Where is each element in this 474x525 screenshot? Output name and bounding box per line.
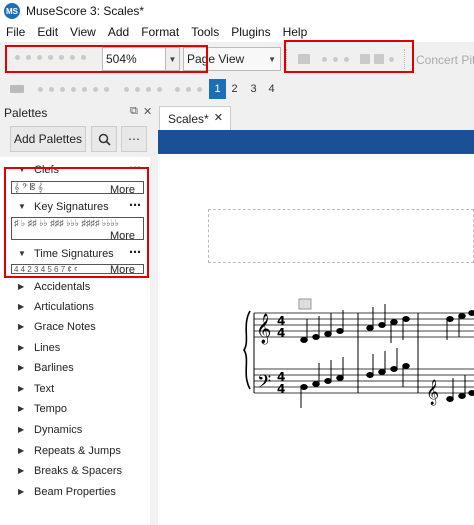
chevron-down-icon: ▼ (268, 55, 276, 64)
palette-lines[interactable]: ▶ Lines (0, 339, 150, 359)
menu-plugins[interactable]: Plugins (231, 25, 270, 39)
tie-icon[interactable] (175, 86, 180, 92)
palette-options-button[interactable]: ⋯ (121, 126, 147, 152)
menu-view[interactable]: View (70, 25, 96, 39)
palette-articulations[interactable]: ▶ Articulations (0, 298, 150, 318)
menu-format[interactable]: Format (141, 25, 179, 39)
chevron-right-icon: ▶ (18, 363, 25, 372)
float-panel-icon[interactable]: ⧉ (130, 105, 138, 118)
duration-icon[interactable] (93, 86, 98, 92)
menu-tools[interactable]: Tools (191, 25, 219, 39)
duration-icon[interactable] (49, 86, 54, 92)
chevron-right-icon: ▶ (18, 282, 25, 291)
search-icon (98, 133, 111, 146)
concert-pitch-button[interactable]: Concert Pitch (416, 53, 474, 67)
voice-4-button[interactable]: 4 (263, 79, 280, 99)
chevron-right-icon: ▶ (18, 384, 25, 393)
tab-scales[interactable]: Scales* ✕ (159, 106, 231, 130)
highlight-box-playback-toolbar (284, 40, 414, 73)
palette-scrollbar[interactable] (150, 157, 157, 525)
note-input-toolbar: 1 2 3 4 (0, 76, 474, 102)
chevron-right-icon: ▶ (18, 302, 25, 311)
score-header-band (158, 130, 474, 154)
palette-name: Grace Notes (34, 321, 96, 333)
menu-edit[interactable]: Edit (37, 25, 58, 39)
natural-icon[interactable] (157, 86, 162, 92)
menu-add[interactable]: Add (108, 25, 129, 39)
chevron-right-icon: ▶ (18, 487, 25, 496)
palette-text[interactable]: ▶ Text (0, 380, 150, 400)
menu-bar: File Edit View Add Format Tools Plugins … (0, 22, 474, 42)
rest-icon[interactable] (124, 86, 129, 92)
palette-search-button[interactable] (91, 126, 117, 152)
selection-marker (298, 298, 312, 310)
chevron-right-icon: ▶ (18, 343, 25, 352)
flat-icon[interactable] (146, 86, 151, 92)
title-frame[interactable] (208, 209, 474, 263)
palette-accidentals[interactable]: ▶ Accidentals (0, 278, 150, 298)
palette-repeats-jumps[interactable]: ▶ Repeats & Jumps (0, 442, 150, 462)
flip-icon[interactable] (197, 86, 202, 92)
close-icon[interactable]: ✕ (143, 105, 152, 118)
voice-1-button[interactable]: 1 (209, 79, 226, 99)
note-input-tools (8, 85, 205, 93)
palette-breaks-spacers[interactable]: ▶ Breaks & Spacers (0, 462, 150, 482)
palette-name: Tempo (34, 403, 68, 415)
close-icon[interactable]: ✕ (214, 111, 223, 124)
palette-barlines[interactable]: ▶ Barlines (0, 359, 150, 379)
bass-clef[interactable]: 𝄢 (257, 372, 271, 397)
bass-staff (254, 368, 474, 394)
musescore-app-icon: MS (4, 3, 20, 19)
palette-beam-properties[interactable]: ▶ Beam Properties (0, 483, 150, 503)
dot-icon[interactable] (104, 86, 109, 92)
score-staff-system[interactable]: 𝄞 𝄢 4 4 4 4 𝄞 (240, 295, 474, 415)
note-input-mode-icon[interactable] (10, 85, 24, 93)
chevron-right-icon: ▶ (18, 446, 25, 455)
chevron-right-icon: ▶ (18, 425, 25, 434)
title-bar: MS MuseScore 3: Scales* (0, 0, 474, 22)
palette-name: Dynamics (34, 424, 83, 436)
palette-name: Repeats & Jumps (34, 445, 121, 457)
highlight-box-file-toolbar (5, 45, 208, 73)
window-title: MuseScore 3: Scales* (26, 4, 145, 18)
sharp-icon[interactable] (135, 86, 140, 92)
treble-clef[interactable]: 𝄞 (256, 313, 271, 345)
treble-staff (254, 312, 474, 338)
palette-name: Accidentals (34, 281, 91, 293)
tab-label: Scales* (168, 112, 209, 126)
time-sig-bottom: 4 (277, 326, 285, 340)
palette-tempo[interactable]: ▶ Tempo (0, 400, 150, 420)
voice-2-button[interactable]: 2 (226, 79, 243, 99)
duration-icon[interactable] (60, 86, 65, 92)
palette-name: Beam Properties (34, 486, 116, 498)
time-sig-bottom: 4 (277, 382, 285, 396)
brace (243, 310, 251, 390)
add-palettes-button[interactable]: Add Palettes (10, 126, 86, 152)
slur-icon[interactable] (186, 86, 191, 92)
menu-file[interactable]: File (6, 25, 25, 39)
duration-icon[interactable] (71, 86, 76, 92)
treble-clef[interactable]: 𝄞 (426, 379, 439, 405)
palette-name: Lines (34, 342, 61, 354)
palette-name: Articulations (34, 301, 94, 313)
duration-icon[interactable] (38, 86, 43, 92)
chevron-right-icon: ▶ (18, 322, 25, 331)
voice-3-button[interactable]: 3 (245, 79, 262, 99)
palettes-header: Palettes ⧉ ✕ (0, 102, 157, 122)
palette-name: Breaks & Spacers (34, 465, 123, 477)
highlight-box-palettes (4, 167, 149, 278)
palette-dynamics[interactable]: ▶ Dynamics (0, 421, 150, 441)
palette-name: Text (34, 383, 55, 395)
chevron-right-icon: ▶ (18, 404, 25, 413)
duration-icon[interactable] (82, 86, 87, 92)
palette-name: Barlines (34, 362, 74, 374)
chevron-right-icon: ▶ (18, 466, 25, 475)
palette-grace-notes[interactable]: ▶ Grace Notes (0, 318, 150, 338)
palettes-title: Palettes (4, 106, 48, 120)
bass-notes[interactable] (300, 348, 474, 408)
menu-help[interactable]: Help (283, 25, 308, 39)
